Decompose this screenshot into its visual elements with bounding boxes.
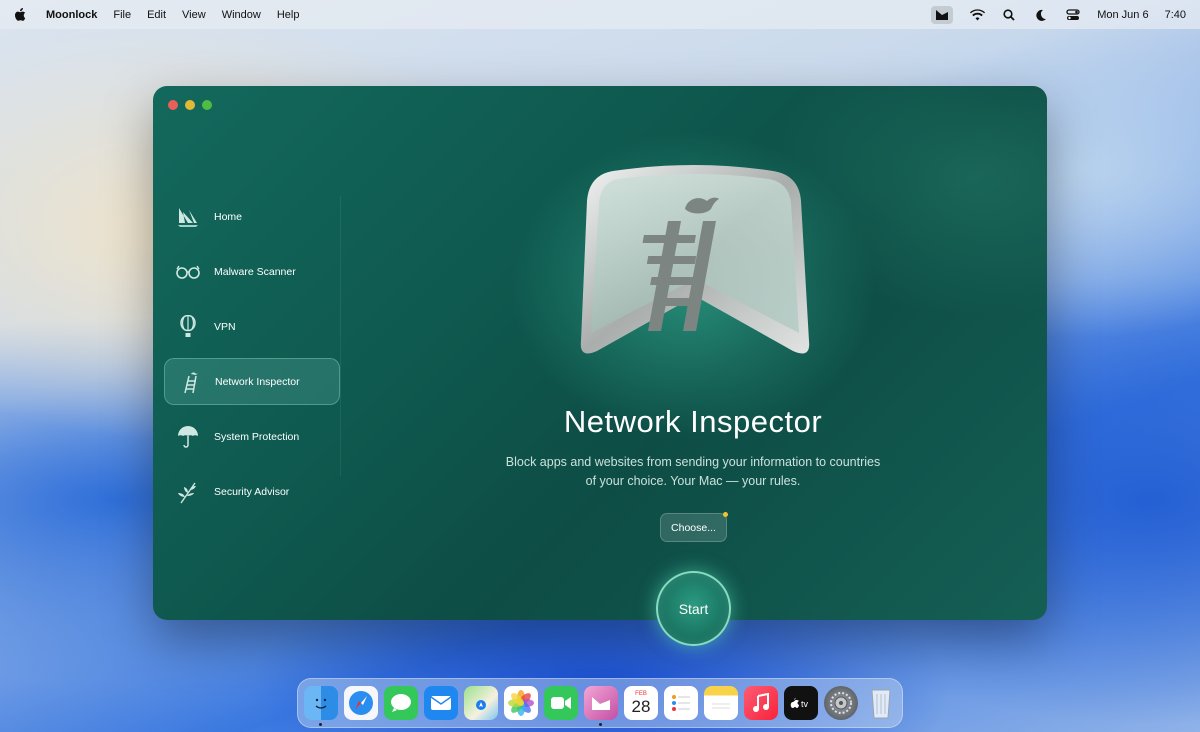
sidebar-item-malware-scanner[interactable]: Malware Scanner <box>164 248 340 295</box>
choose-countries-button[interactable]: Choose... <box>660 512 728 542</box>
music-icon[interactable] <box>744 686 778 720</box>
dock: FEB 28 tv <box>297 678 903 728</box>
sidebar-item-label: Network Inspector <box>215 375 300 388</box>
menubar-date[interactable]: Mon Jun 6 <box>1097 9 1148 21</box>
moonlock-status-icon[interactable] <box>931 5 954 24</box>
trash-icon[interactable] <box>864 686 898 720</box>
menu-edit[interactable]: Edit <box>147 9 166 21</box>
sidebar-item-security-advisor[interactable]: Security Advisor <box>164 468 340 515</box>
umbrella-icon <box>176 425 200 449</box>
sidebar-item-network-inspector[interactable]: Network Inspector <box>164 358 340 405</box>
minimize-window-button[interactable] <box>185 100 195 110</box>
sidebar-item-label: Security Advisor <box>214 485 290 498</box>
sidebar-item-label: Home <box>214 210 243 223</box>
menu-help[interactable]: Help <box>277 9 300 21</box>
safari-icon[interactable] <box>344 686 378 720</box>
mail-icon[interactable] <box>424 686 458 720</box>
sidebar-divider <box>340 196 341 476</box>
sidebar-item-label: VPN <box>214 320 236 333</box>
sidebar-item-label: Malware Scanner <box>214 265 296 278</box>
wifi-icon[interactable] <box>969 7 985 23</box>
sidebar-item-vpn[interactable]: VPN <box>164 303 340 350</box>
finder-icon[interactable] <box>304 686 338 726</box>
menu-view[interactable]: View <box>182 9 206 21</box>
control-center-icon[interactable] <box>1065 7 1081 23</box>
moonlock-dock-icon[interactable] <box>584 686 618 726</box>
sidebar-item-system-protection[interactable]: System Protection <box>164 413 340 460</box>
photos-icon[interactable] <box>504 686 538 720</box>
running-indicator <box>319 723 322 726</box>
window-controls <box>168 100 212 110</box>
glasses-icon <box>176 260 200 284</box>
notification-dot <box>723 512 728 517</box>
search-icon[interactable] <box>1001 7 1017 23</box>
calendar-icon[interactable]: FEB 28 <box>624 686 658 720</box>
close-window-button[interactable] <box>168 100 178 110</box>
focus-moon-icon[interactable] <box>1033 7 1049 23</box>
reminders-icon[interactable] <box>664 686 698 720</box>
menubar-time[interactable]: 7:40 <box>1165 9 1186 21</box>
ladder-bird-icon <box>177 370 201 394</box>
menu-file[interactable]: File <box>113 9 131 21</box>
menu-bar: Moonlock File Edit View Window Help Mon … <box>0 0 1200 29</box>
apple-menu-icon[interactable] <box>14 7 28 22</box>
moonlock-window: Home Malware Scanner VPN Network Inspect… <box>153 86 1047 620</box>
choose-button-label: Choose... <box>671 521 716 534</box>
start-button[interactable]: Start <box>656 571 731 646</box>
running-indicator <box>599 723 602 726</box>
messages-icon[interactable] <box>384 686 418 720</box>
tv-icon[interactable]: tv <box>784 686 818 720</box>
calendar-day: 28 <box>631 696 651 716</box>
page-title: Network Inspector <box>563 404 823 439</box>
maps-icon[interactable] <box>464 686 498 720</box>
balloon-icon <box>176 314 200 339</box>
description-line: Block apps and websites from sending you… <box>505 455 881 469</box>
zoom-window-button[interactable] <box>202 100 212 110</box>
network-inspector-shield-illustration <box>573 161 817 361</box>
notes-icon[interactable] <box>704 686 738 720</box>
sidebar: Home Malware Scanner VPN Network Inspect… <box>164 193 340 523</box>
menu-app-name[interactable]: Moonlock <box>46 9 97 21</box>
start-button-label: Start <box>678 600 709 617</box>
leaves-icon <box>176 480 200 504</box>
description-line: of your choice. Your Mac — your rules. <box>585 474 801 488</box>
page-description: Block apps and websites from sending you… <box>498 453 888 491</box>
sidebar-item-label: System Protection <box>214 430 300 443</box>
sidebar-item-home[interactable]: Home <box>164 193 340 240</box>
facetime-icon[interactable] <box>544 686 578 720</box>
system-settings-icon[interactable] <box>824 686 858 720</box>
home-icon <box>176 205 200 229</box>
svg-text:tv: tv <box>801 699 809 709</box>
menu-window[interactable]: Window <box>222 9 261 21</box>
